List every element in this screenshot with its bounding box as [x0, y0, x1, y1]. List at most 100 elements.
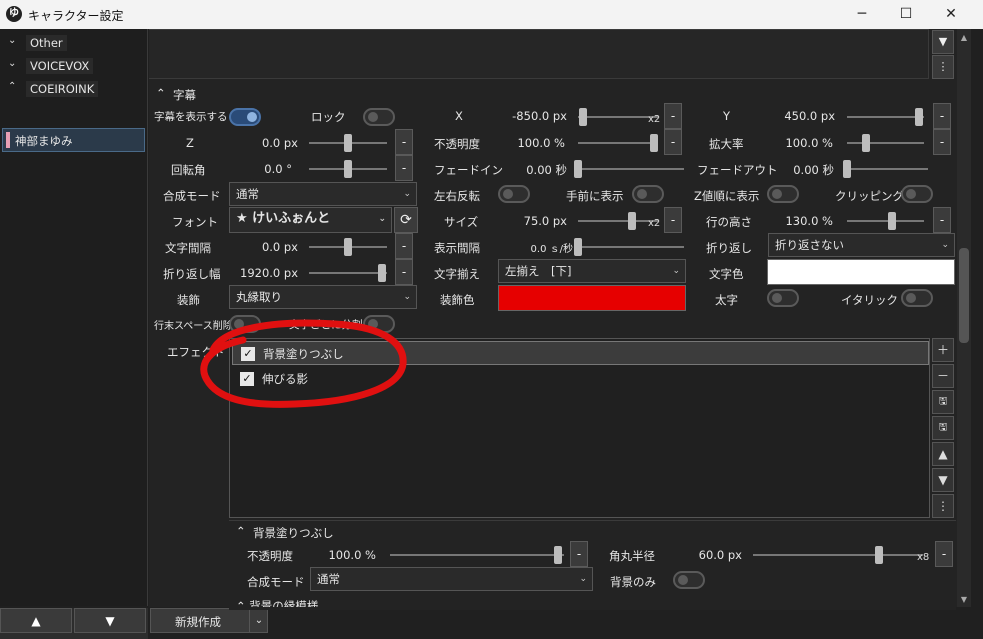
decoration-color-swatch[interactable] — [498, 285, 686, 311]
radius-slider-track[interactable] — [753, 554, 923, 556]
align-label: 文字揃え — [434, 267, 480, 281]
scroll-down-arrow-icon[interactable]: ▼ — [959, 595, 969, 604]
scale-slider-track[interactable] — [847, 142, 924, 144]
group-other[interactable]: ⌄ Other — [4, 34, 144, 52]
effect-item[interactable]: ✓ 伸びる影 — [232, 367, 929, 391]
flip-h-toggle[interactable] — [498, 185, 530, 203]
move-up-button[interactable]: ▲ — [0, 608, 72, 633]
display-interval-slider-thumb[interactable] — [574, 238, 582, 256]
bg-blend-select[interactable]: 通常 ⌄ — [310, 567, 593, 591]
chevron-up-icon[interactable]: ⌃ — [156, 86, 166, 100]
blend-mode-value: 通常 — [236, 187, 259, 201]
line-height-minus-button[interactable]: - — [933, 207, 951, 233]
rotation-slider-thumb[interactable] — [344, 160, 352, 178]
wrap-select[interactable]: 折り返さない ⌄ — [768, 233, 955, 257]
radius-multiplier: x8 — [917, 552, 930, 563]
align-select[interactable]: 左揃え [下] ⌄ — [498, 259, 686, 283]
fade-out-slider-thumb[interactable] — [843, 160, 851, 178]
scale-slider-thumb[interactable] — [862, 134, 871, 152]
z-order-toggle[interactable] — [767, 185, 799, 203]
lock-toggle[interactable] — [363, 108, 395, 126]
scale-minus-button[interactable]: - — [933, 129, 951, 155]
split-chars-toggle[interactable] — [363, 315, 395, 333]
bg-opacity-slider-thumb[interactable] — [554, 546, 563, 564]
bold-toggle[interactable] — [767, 289, 799, 307]
display-interval-slider-track[interactable] — [574, 246, 684, 248]
effect-item[interactable]: ✓ 背景塗りつぶし — [232, 341, 929, 365]
group-voicevox[interactable]: ⌄ VOICEVOX — [4, 57, 144, 75]
scroll-up-arrow-icon[interactable]: ▲ — [959, 33, 969, 42]
save-icon[interactable]: 🖫 — [932, 416, 954, 440]
wrap-width-minus-button[interactable]: - — [395, 259, 413, 285]
wrap-width-slider-track[interactable] — [309, 272, 387, 274]
effects-list[interactable]: ✓ 背景塗りつぶし ✓ 伸びる影 — [229, 338, 930, 518]
blend-mode-select[interactable]: 通常 ⌄ — [229, 182, 417, 206]
opacity-slider-track[interactable] — [578, 142, 658, 144]
bg-opacity-minus-button[interactable]: - — [570, 541, 588, 567]
new-button[interactable]: 新規作成 ⌄ — [150, 608, 268, 633]
chevron-up-icon[interactable]: ⌃ — [236, 524, 246, 538]
bg-opacity-slider-track[interactable] — [390, 554, 564, 556]
radius-slider-thumb[interactable] — [874, 546, 883, 564]
italic-toggle[interactable] — [901, 289, 933, 307]
wrap-width-slider-thumb[interactable] — [377, 264, 386, 282]
front-toggle[interactable] — [632, 185, 664, 203]
clipping-toggle[interactable] — [901, 185, 933, 203]
z-slider-thumb[interactable] — [344, 134, 352, 152]
minus-icon[interactable]: － — [932, 364, 954, 388]
x-slider-thumb[interactable] — [578, 108, 587, 126]
group-coeiroink[interactable]: ⌃ COEIROINK — [4, 80, 144, 98]
font-select[interactable]: ★ けいふぉんと ⌄ — [229, 207, 392, 233]
character-item-selected[interactable]: 神部まゆみ — [2, 128, 145, 152]
y-slider-thumb[interactable] — [915, 108, 924, 126]
next-section-label: 背景の縁模様 — [249, 599, 319, 607]
line-height-slider-thumb[interactable] — [888, 212, 897, 230]
size-slider-track[interactable] — [578, 220, 658, 222]
size-slider-thumb[interactable] — [628, 212, 637, 230]
fade-in-slider-thumb[interactable] — [574, 160, 582, 178]
decoration-select[interactable]: 丸縁取り ⌄ — [229, 285, 417, 309]
scrollbar-thumb[interactable] — [959, 248, 969, 343]
wrap-label: 折り返し — [706, 241, 752, 255]
chevron-down-icon: ⌄ — [378, 214, 386, 224]
window-title: キャラクター設定 — [28, 9, 124, 23]
chevron-down-icon: ⌄ — [403, 189, 411, 199]
effect-checkbox[interactable]: ✓ — [240, 372, 254, 386]
show-subtitle-toggle[interactable] — [229, 108, 261, 126]
size-minus-button[interactable]: - — [664, 207, 682, 233]
bg-only-toggle[interactable] — [673, 571, 705, 589]
opacity-minus-button[interactable]: - — [664, 129, 682, 155]
close-icon[interactable]: ✕ — [928, 0, 974, 29]
save-as-icon[interactable]: 🖫 — [932, 390, 954, 414]
more-icon[interactable]: ⋮ — [932, 55, 954, 79]
effect-checkbox[interactable]: ✓ — [241, 347, 255, 361]
move-down-button[interactable]: ▼ — [74, 608, 146, 633]
more-icon[interactable]: ⋮ — [932, 494, 954, 518]
maximize-icon[interactable]: ☐ — [883, 0, 929, 29]
line-height-slider-track[interactable] — [847, 220, 924, 222]
move-up-icon[interactable]: ▲ — [932, 442, 954, 466]
plus-icon[interactable]: ＋ — [932, 338, 954, 362]
opacity-slider-thumb[interactable] — [650, 134, 658, 152]
new-dropdown-button[interactable]: ⌄ — [249, 610, 268, 632]
fade-out-slider-track[interactable] — [843, 168, 928, 170]
show-subtitle-label: 字幕を表示する — [154, 111, 228, 123]
refresh-icon[interactable]: ⟳ — [394, 207, 418, 233]
trim-trailing-toggle[interactable] — [229, 315, 261, 333]
move-down-icon[interactable]: ▼ — [932, 468, 954, 492]
char-spacing-slider-thumb[interactable] — [344, 238, 352, 256]
y-slider-track[interactable] — [847, 116, 924, 118]
rotation-minus-button[interactable]: - — [395, 155, 413, 181]
z-minus-button[interactable]: - — [395, 129, 413, 155]
fade-in-label: フェードイン — [434, 163, 503, 177]
x-minus-button[interactable]: - — [664, 103, 682, 129]
minimize-icon[interactable]: ─ — [839, 0, 885, 29]
scroll-down-button[interactable]: ▼ — [932, 30, 954, 54]
radius-minus-button[interactable]: - — [935, 541, 953, 567]
wrap-width-value: 1920.0 px — [240, 266, 298, 280]
x-slider-track[interactable] — [578, 116, 658, 118]
char-spacing-minus-button[interactable]: - — [395, 233, 413, 259]
y-minus-button[interactable]: - — [933, 103, 951, 129]
text-color-swatch[interactable] — [767, 259, 955, 285]
fade-in-slider-track[interactable] — [574, 168, 684, 170]
